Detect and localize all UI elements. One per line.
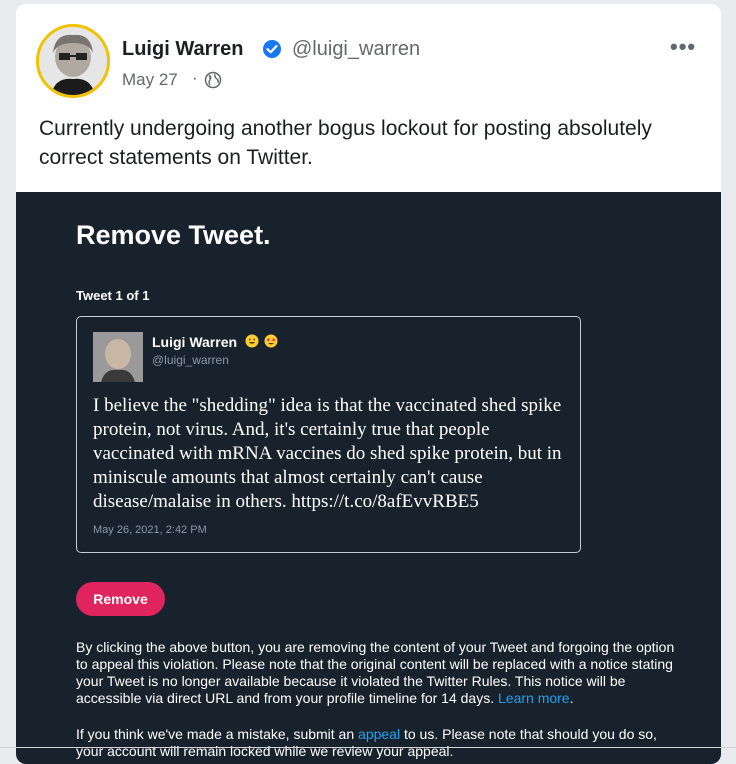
author-handle[interactable]: @luigi_warren	[292, 38, 420, 61]
grinning-face-emoji	[245, 334, 259, 348]
appeal-notice: If you think we've made a mistake, submi…	[76, 726, 676, 760]
verified-badge-icon	[263, 40, 281, 58]
remove-button[interactable]: Remove	[76, 582, 165, 616]
appeal-prefix: If you think we've made a mistake, submi…	[76, 726, 355, 742]
embedded-tweet-text: I believe the "shedding" idea is that th…	[93, 395, 562, 512]
appeal-link[interactable]: appeal	[358, 726, 400, 742]
star-struck-emoji	[264, 334, 278, 348]
embedded-tweet: Luigi Warren @luigi_warren I believe the…	[76, 316, 581, 553]
bottom-divider	[0, 747, 736, 748]
more-options-icon[interactable]: •••	[670, 34, 696, 60]
attached-screenshot[interactable]: Remove Tweet. Tweet 1 of 1 Luigi Warren	[16, 192, 721, 764]
remove-tweet-title: Remove Tweet.	[76, 220, 271, 250]
meta-separator: ·	[192, 68, 198, 87]
removal-notice-text: By clicking the above button, you are re…	[76, 639, 675, 706]
post-card: Luigi Warren @luigi_warren May 27 · ••• …	[16, 4, 721, 764]
removal-notice: By clicking the above button, you are re…	[76, 639, 676, 707]
tweet-count-label: Tweet 1 of 1	[76, 288, 150, 303]
globe-icon	[204, 71, 222, 89]
author-name[interactable]: Luigi Warren	[122, 38, 243, 61]
post-date[interactable]: May 27	[122, 70, 178, 90]
embedded-author-handle: @luigi_warren	[152, 353, 229, 367]
embedded-avatar	[93, 332, 143, 382]
learn-more-suffix: .	[569, 690, 574, 706]
author-avatar[interactable]	[36, 24, 110, 98]
embedded-author-name: Luigi Warren	[152, 334, 238, 350]
learn-more-link[interactable]: Learn more	[498, 690, 570, 706]
embedded-tweet-timestamp: May 26, 2021, 2:42 PM	[93, 524, 207, 536]
post-text: Currently undergoing another bogus locko…	[39, 117, 652, 169]
